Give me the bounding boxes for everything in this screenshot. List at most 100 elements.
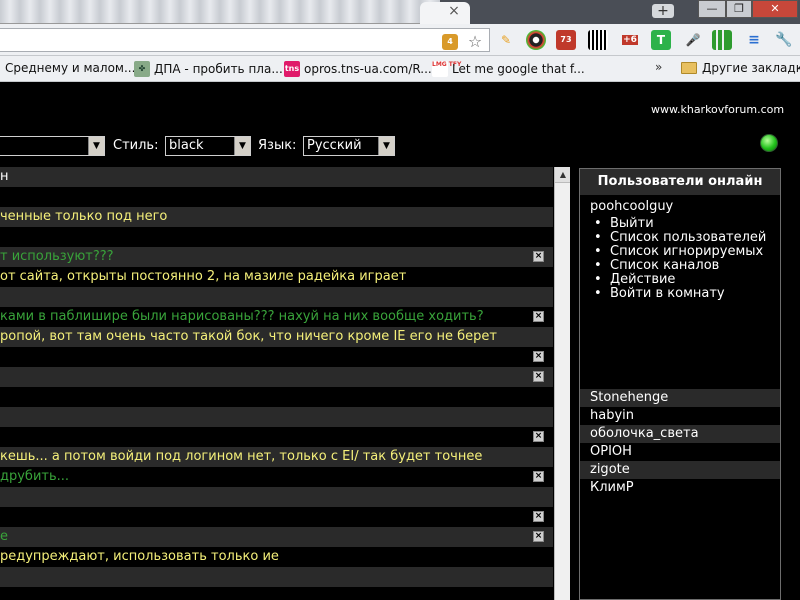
calendar-extension-icon[interactable]: 73	[556, 30, 576, 50]
tns-icon: tns	[284, 61, 300, 77]
address-bar[interactable]: 4 ☆	[0, 28, 490, 52]
signal-bars-extension-icon[interactable]	[712, 30, 732, 50]
window-controls: — ❐ ✕	[698, 0, 800, 18]
inactive-tabs[interactable]	[0, 0, 440, 24]
tab-close-icon[interactable]: ×	[446, 3, 462, 19]
bookmark-item-smb[interactable]: Среднему и малом...	[5, 61, 135, 75]
online-user-item[interactable]: habyin	[580, 407, 780, 425]
message-text: кешь... а потом войди под логином нет, т…	[0, 449, 483, 464]
user-menu: Выйти Список пользователей Список игнори…	[594, 217, 766, 302]
active-tab[interactable]	[420, 2, 470, 24]
message-row: е	[0, 527, 553, 547]
menu-item-user-list[interactable]: Список пользователей	[594, 231, 766, 246]
message-row	[0, 427, 553, 447]
style-label: Стиль:	[113, 138, 159, 153]
menu-item-action[interactable]: Действие	[594, 273, 766, 288]
delete-message-icon[interactable]: ×	[533, 251, 544, 262]
menu-item-join-room[interactable]: Войти в комнату	[594, 287, 766, 302]
bookmarks-overflow-chevron-icon[interactable]: »	[655, 60, 662, 74]
online-users-title: Пользователи онлайн	[580, 169, 780, 195]
delete-message-icon[interactable]: ×	[533, 311, 544, 322]
message-row	[0, 407, 553, 427]
delete-message-icon[interactable]: ×	[533, 531, 544, 542]
message-row	[0, 287, 553, 307]
message-text: редупреждают, использовать только ие	[0, 549, 279, 564]
room-select[interactable]: ▼	[0, 136, 105, 156]
message-text: ками в паблишире были нарисованы??? наху…	[0, 309, 484, 324]
message-row: кешь... а потом войди под логином нет, т…	[0, 447, 553, 467]
microphone-extension-icon[interactable]: 🎤	[683, 30, 703, 50]
minimize-button[interactable]: —	[698, 0, 726, 18]
scroll-up-arrow-icon[interactable]: ▲	[555, 167, 570, 183]
online-user-item[interactable]: OPIOH	[580, 443, 780, 461]
style-select[interactable]: black ▼	[165, 136, 251, 156]
delete-message-icon[interactable]: ×	[533, 511, 544, 522]
message-text: е	[0, 529, 8, 544]
lmgtfy-icon: LMG TFY	[432, 61, 461, 77]
current-username[interactable]: poohcoolguy	[590, 199, 673, 214]
browser-tab-strip: × + — ❐ ✕	[0, 0, 800, 24]
message-text: друбить...	[0, 469, 70, 484]
message-text: ропой, вот там очень часто такой бок, чт…	[0, 329, 498, 344]
calendar-badge: 73	[560, 35, 572, 44]
delete-message-icon[interactable]: ×	[533, 471, 544, 482]
chevron-down-icon: ▼	[378, 137, 394, 155]
message-scrollbar[interactable]: ▲	[554, 167, 570, 600]
message-text: т используют???	[0, 249, 114, 264]
qr-code-extension-icon[interactable]	[588, 30, 608, 50]
language-select[interactable]: Русский ▼	[303, 136, 395, 156]
site-url[interactable]: www.kharkovforum.com	[651, 103, 784, 116]
pencil-extension-icon[interactable]: ✎	[496, 30, 516, 50]
message-row	[0, 487, 553, 507]
bookmark-star-icon[interactable]: ☆	[466, 34, 484, 50]
online-status-icon	[760, 134, 778, 152]
online-user-item[interactable]: оболочка_света	[580, 425, 780, 443]
bookmark-item-tns[interactable]: tns opros.tns-ua.com/R...	[284, 61, 432, 77]
message-row: друбить...	[0, 467, 553, 487]
message-row	[0, 347, 553, 367]
rss-badge-count: 4	[447, 37, 453, 46]
online-user-item[interactable]: zigote	[580, 461, 780, 479]
message-row	[0, 367, 553, 387]
delete-message-icon[interactable]: ×	[533, 371, 544, 382]
wrench-icon[interactable]: 🔧	[774, 30, 794, 50]
close-window-button[interactable]: ✕	[752, 0, 798, 18]
message-list[interactable]: н ченные только под него т используют??? × о…	[0, 167, 570, 600]
other-bookmarks-label: Другие закладки	[702, 61, 800, 75]
new-tab-button[interactable]: +	[652, 4, 674, 18]
online-user-item[interactable]: Stonehenge	[580, 389, 780, 407]
online-users-panel: Пользователи онлайн poohcoolguy Выйти Сп…	[579, 168, 781, 600]
menu-item-channel-list[interactable]: Список каналов	[594, 259, 766, 274]
message-row: ками в паблишире были нарисованы??? наху…	[0, 307, 553, 327]
other-bookmarks-folder[interactable]: Другие закладки	[681, 61, 800, 75]
language-label: Язык:	[258, 138, 297, 153]
weather-extension-icon[interactable]: +6	[620, 30, 640, 50]
bookmark-label: Let me google that f...	[452, 62, 585, 76]
online-user-item[interactable]: КлимР	[580, 479, 780, 497]
chevron-down-icon: ▼	[234, 137, 250, 155]
message-row: редупреждают, использовать только ие	[0, 547, 553, 567]
bookmark-item-dpa[interactable]: ✤ ДПА - пробить пла...	[134, 61, 283, 77]
bookmark-label: ДПА - пробить пла...	[154, 62, 283, 76]
message-row	[0, 567, 553, 587]
weather-badge: +6	[622, 35, 638, 45]
bookmark-label: opros.tns-ua.com/R...	[304, 62, 432, 76]
menu-item-logout[interactable]: Выйти	[594, 217, 766, 232]
rss-badge-icon[interactable]: 4	[442, 34, 458, 50]
color-picker-extension-icon[interactable]	[526, 30, 546, 50]
message-row	[0, 187, 553, 207]
delete-message-icon[interactable]: ×	[533, 431, 544, 442]
t-extension-icon[interactable]: T	[651, 30, 671, 50]
delete-message-icon[interactable]: ×	[533, 351, 544, 362]
menu-item-ignore-list[interactable]: Список игнорируемых	[594, 245, 766, 260]
menu-lines-extension-icon[interactable]: ≡	[744, 30, 764, 50]
message-row: т используют???	[0, 247, 553, 267]
message-row	[0, 227, 553, 247]
bookmark-item-lmgtfy[interactable]: LMG TFY Let me google that f...	[432, 61, 585, 77]
dpa-icon: ✤	[134, 61, 150, 77]
folder-icon	[681, 62, 697, 74]
message-text: н	[0, 169, 9, 184]
message-row	[0, 507, 553, 527]
maximize-button[interactable]: ❐	[726, 0, 752, 18]
chevron-down-icon: ▼	[88, 137, 104, 155]
